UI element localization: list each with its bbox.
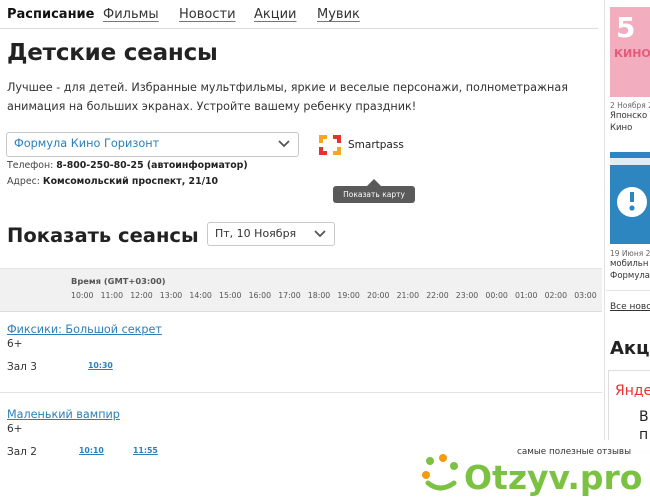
- address-line: Адрес: Комсомольский проспект, 21/10: [7, 176, 218, 187]
- hall-label: Зал 2: [7, 446, 37, 458]
- hour-tick-label: 14:00: [189, 291, 212, 300]
- news-card-title[interactable]: Формула: [610, 271, 650, 281]
- nav-divider: [0, 28, 598, 29]
- age-rating: 6+: [7, 338, 23, 350]
- cinema-select-value: Формула Кино Горизонт: [14, 137, 160, 150]
- session-time-link[interactable]: 10:10: [79, 446, 104, 455]
- nav-item-promotions[interactable]: Акции: [254, 7, 297, 22]
- watermark-brand: Otzyv.pro: [464, 458, 642, 497]
- news-card-title[interactable]: Японско: [610, 111, 647, 121]
- hour-tick-label: 19:00: [337, 291, 360, 300]
- phone-value: 8-800-250-80-25 (автоинформатор): [56, 160, 248, 171]
- news-card-image[interactable]: 5 КИНО: [610, 7, 650, 97]
- chevron-down-icon: [314, 230, 326, 238]
- page-intro: Лучшее - для детей. Избранные мультфильм…: [7, 81, 568, 113]
- news-card-title[interactable]: Кино: [610, 123, 632, 133]
- hour-tick-label: 16:00: [248, 291, 272, 300]
- hour-tick-label: 10:00: [71, 291, 94, 300]
- show-map-label: Показать карту: [343, 190, 405, 199]
- date-select[interactable]: Пт, 10 Ноября: [207, 222, 335, 246]
- address-value: Комсомольский проспект, 21/10: [42, 176, 219, 187]
- hour-tick-label: 11:00: [100, 291, 124, 300]
- show-map-button[interactable]: Показать карту: [333, 179, 415, 203]
- news-card-date: 19 Июня 2: [610, 249, 650, 258]
- nav-item-schedule[interactable]: Расписание: [7, 7, 94, 22]
- smartpass-logo-icon: [319, 135, 341, 155]
- tooltip-arrow: [367, 179, 381, 186]
- ad-text: Яндек: [615, 383, 650, 399]
- page-title: Детские сеансы: [7, 40, 218, 66]
- hour-tick-label: 13:00: [159, 291, 183, 300]
- session-time-link[interactable]: 10:30: [88, 361, 113, 370]
- schedule-header: Время (GMT+03:00) 10:00 11:00 12:00 13:00 14…: [0, 268, 602, 312]
- row-divider: [0, 392, 602, 393]
- hour-tick-label: 23:00: [455, 291, 479, 300]
- hour-tick-label: 00:00: [485, 291, 508, 300]
- schedule-timezone-label: Время (GMT+03:00): [71, 276, 166, 286]
- nav-item-muvik[interactable]: Мувик: [317, 7, 360, 22]
- date-select-value: Пт, 10 Ноября: [215, 227, 297, 240]
- movie-title-link[interactable]: Маленький вампир: [7, 408, 120, 421]
- address-label: Адрес:: [7, 176, 40, 187]
- smartpass-label[interactable]: Smartpass: [348, 139, 404, 151]
- show-sessions-label: Показать сеансы на: [7, 224, 233, 247]
- hour-tick-label: 02:00: [544, 291, 568, 300]
- news-card-image[interactable]: [610, 152, 650, 244]
- hour-tick-label: 20:00: [367, 291, 390, 300]
- hall-label: Зал 3: [7, 361, 37, 373]
- nav-item-films[interactable]: Фильмы: [103, 7, 159, 22]
- hour-tick-label: 12:00: [130, 291, 153, 300]
- phone-label: Телефон:: [7, 160, 54, 171]
- promotions-heading: Акц: [610, 338, 650, 359]
- sidebar-divider: [604, 0, 605, 500]
- chevron-down-icon: [278, 140, 290, 148]
- info-icon: [610, 158, 650, 217]
- session-time-link[interactable]: 11:55: [133, 446, 158, 455]
- hour-tick-label: 17:00: [278, 291, 301, 300]
- hour-tick-label: 15:00: [219, 291, 242, 300]
- age-rating: 6+: [7, 423, 23, 435]
- all-news-link[interactable]: Все ново: [610, 302, 650, 312]
- hour-tick-label: 03:00: [574, 291, 597, 300]
- hour-tick-label: 22:00: [426, 291, 449, 300]
- hour-tick-label: 18:00: [307, 291, 331, 300]
- nav-item-news[interactable]: Новости: [179, 7, 236, 22]
- cinema-select[interactable]: Формула Кино Горизонт: [6, 132, 299, 157]
- hour-tick-label: 01:00: [515, 291, 538, 300]
- ad-text: В: [639, 409, 649, 425]
- news-card-date: 2 Ноября 2: [610, 101, 650, 110]
- hour-tick-label: 21:00: [396, 291, 420, 300]
- otzyv-logo-icon: Otzyv.pro: [422, 454, 642, 497]
- sidebar-separator: [606, 290, 650, 291]
- news-card-title[interactable]: мобильн: [610, 259, 648, 269]
- movie-title-link[interactable]: Фиксики: Большой секрет: [7, 323, 162, 336]
- phone-line: Телефон: 8-800-250-80-25 (автоинформатор…: [7, 160, 248, 171]
